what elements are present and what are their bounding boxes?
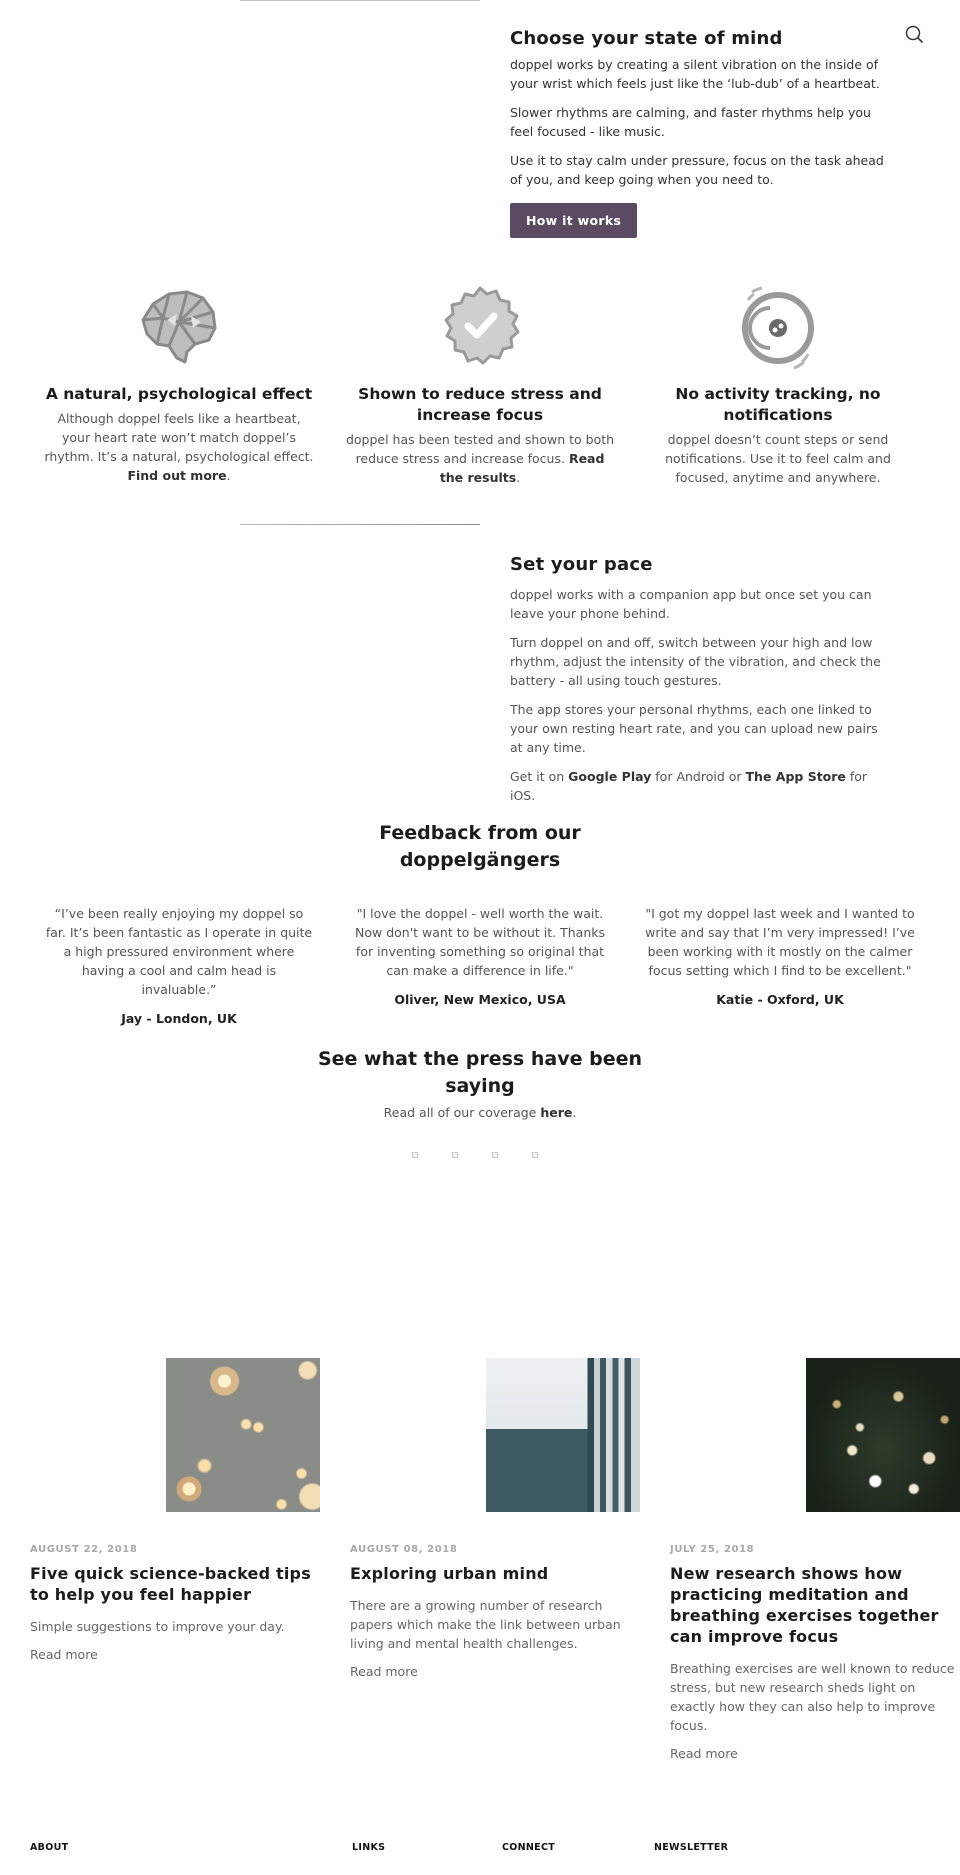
feature-text-body: Although doppel feels like a heartbeat, … <box>44 411 314 464</box>
carousel-dot[interactable] <box>532 1152 538 1158</box>
press-title: See what the press have been saying <box>317 1048 642 1097</box>
google-play-link[interactable]: Google Play <box>568 769 651 784</box>
press-subtitle: Read all of our coverage here. <box>300 1105 660 1120</box>
post-meta: AUGUST 22, 2018 Five quick science-backe… <box>30 1544 320 1663</box>
glass-building-photo[interactable] <box>486 1358 640 1512</box>
post-excerpt: Simple suggestions to improve your day. <box>30 1619 285 1634</box>
post-meta: JULY 25, 2018 New research shows how pra… <box>670 1544 960 1762</box>
carousel-dot[interactable] <box>492 1152 498 1158</box>
feature-card: A natural, psychological effect Although… <box>44 282 314 485</box>
punctuation: . <box>226 468 231 483</box>
brain-icon <box>141 290 217 364</box>
punctuation: . <box>516 470 521 485</box>
press-coverage-link[interactable]: here <box>540 1105 572 1120</box>
testimonial-author: Jay - London, UK <box>121 1011 237 1026</box>
feature-title: Shown to reduce stress and increase focu… <box>358 385 602 424</box>
footer-heading-connect: CONNECT <box>502 1842 555 1853</box>
post-excerpt: There are a growing number of research p… <box>350 1598 621 1651</box>
paragraph: The app stores your personal rhythms, ea… <box>510 702 878 755</box>
post-date: AUGUST 22, 2018 <box>30 1544 138 1555</box>
read-more-link[interactable]: Read more <box>350 1664 418 1679</box>
post-title[interactable]: Five quick science-backed tips to help y… <box>30 1563 320 1605</box>
top-divider <box>240 0 480 1</box>
paragraph: doppel works with a companion app but on… <box>510 587 872 621</box>
testimonial-quote: "I love the doppel - well worth the wait… <box>355 906 605 978</box>
footer-heading-newsletter: NEWSLETTER <box>654 1842 729 1853</box>
carousel-dot[interactable] <box>452 1152 458 1158</box>
badge-check-icon <box>444 286 520 365</box>
bokeh-foliage-photo[interactable] <box>806 1358 960 1512</box>
footer-heading-about: ABOUT <box>30 1842 69 1853</box>
post-date: JULY 25, 2018 <box>670 1544 755 1555</box>
text: Read all of our coverage <box>383 1105 541 1120</box>
post-date: AUGUST 08, 2018 <box>350 1544 458 1555</box>
testimonial-author: Katie - Oxford, UK <box>716 992 844 1007</box>
feature-text: doppel doesn’t count steps or send notif… <box>665 432 891 485</box>
post-excerpt: Breathing exercises are well known to re… <box>670 1661 955 1733</box>
find-out-more-link[interactable]: Find out more <box>127 468 226 483</box>
carousel-dot[interactable] <box>412 1152 418 1158</box>
app-store-link[interactable]: The App Store <box>746 769 846 784</box>
text: for Android or <box>651 769 746 784</box>
search-button[interactable] <box>904 24 926 46</box>
carousel-dots <box>400 1152 560 1160</box>
feedback-title: Feedback from our doppelgängers <box>379 822 581 871</box>
post-title[interactable]: New research shows how practicing medita… <box>670 1563 960 1647</box>
vibrating-device-icon <box>742 286 814 370</box>
how-it-works-button[interactable]: How it works <box>510 203 638 238</box>
footer-heading-links: LINKS <box>352 1842 386 1853</box>
feature-card: Shown to reduce stress and increase focu… <box>345 282 615 487</box>
testimonial-quote: "I got my doppel last week and I wanted … <box>645 906 915 978</box>
testimonial-quote: “I’ve been really enjoying my doppel so … <box>45 906 313 997</box>
section-title: Set your pace <box>510 554 653 575</box>
testimonial-author: Oliver, New Mexico, USA <box>394 992 566 1007</box>
testimonial: "I got my doppel last week and I wanted … <box>645 904 915 1007</box>
section-divider <box>240 524 480 525</box>
paragraph: Use it to stay calm under pressure, focu… <box>510 153 884 187</box>
feature-text: Although doppel feels like a heartbeat, … <box>44 409 314 485</box>
section-title: Choose your state of mind <box>510 28 783 49</box>
search-icon <box>905 25 923 43</box>
paragraph: Slower rhythms are calming, and faster r… <box>510 105 871 139</box>
read-more-link[interactable]: Read more <box>30 1647 98 1662</box>
state-of-mind-section: Choose your state of mind doppel works b… <box>510 28 890 238</box>
feature-text: doppel has been tested and shown to both… <box>345 430 615 487</box>
text: Get it on <box>510 769 569 784</box>
text: . <box>572 1105 577 1120</box>
post-title[interactable]: Exploring urban mind <box>350 1563 640 1584</box>
set-pace-section: Set your pace doppel works with a compan… <box>510 554 890 805</box>
hanging-light-bulbs-photo[interactable] <box>166 1358 320 1512</box>
post-meta: AUGUST 08, 2018 Exploring urban mind The… <box>350 1544 640 1680</box>
feature-title: No activity tracking, no notifications <box>675 385 881 424</box>
testimonial: "I love the doppel - well worth the wait… <box>345 904 615 1007</box>
testimonial: “I’ve been really enjoying my doppel so … <box>44 904 314 1026</box>
read-more-link[interactable]: Read more <box>670 1746 738 1761</box>
paragraph: Turn doppel on and off, switch between y… <box>510 635 881 688</box>
feature-card: No activity tracking, no notifications d… <box>643 282 913 487</box>
paragraph: doppel works by creating a silent vibrat… <box>510 57 880 91</box>
get-it-paragraph: Get it on Google Play for Android or The… <box>510 767 890 805</box>
feature-title: A natural, psychological effect <box>45 385 313 403</box>
